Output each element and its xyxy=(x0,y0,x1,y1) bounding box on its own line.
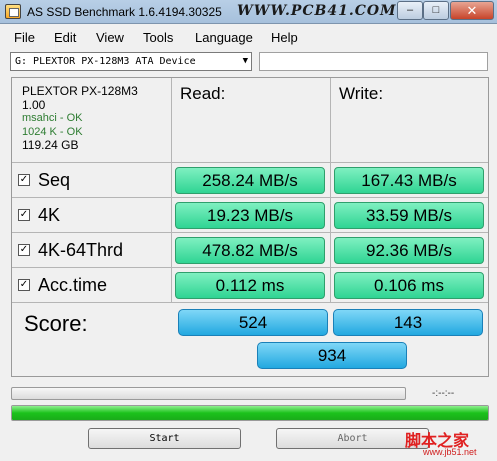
minimize-button[interactable]: – xyxy=(397,1,423,20)
acctime-write-value: 0.106 ms xyxy=(334,272,484,299)
4k64-read-value: 478.82 MB/s xyxy=(175,237,325,264)
overall-progress-fill xyxy=(12,406,488,420)
menu-edit[interactable]: Edit xyxy=(54,30,76,45)
menu-bar: File Edit View Tools Language Help xyxy=(0,26,497,48)
table-row: ✓ 4K xyxy=(12,198,172,233)
start-button[interactable]: Start xyxy=(88,428,241,449)
title-bar: AS SSD Benchmark 1.6.4194.30325 WWW.PCB4… xyxy=(0,0,497,24)
table-row: ✓ Seq xyxy=(12,163,172,198)
score-total-value: 934 xyxy=(257,342,407,369)
read-column-header: Read: xyxy=(180,84,226,103)
maximize-button[interactable]: □ xyxy=(423,1,449,20)
seq-checkbox[interactable]: ✓ xyxy=(18,174,30,186)
drive-select[interactable]: G: PLEXTOR PX-128M3 ATA Device ▼ xyxy=(10,52,252,71)
table-row: ✓ 4K-64Thrd xyxy=(12,233,172,268)
write-column-header: Write: xyxy=(339,84,384,103)
drive-firmware: 1.00 xyxy=(22,97,46,112)
drive-model: PLEXTOR PX-128M3 xyxy=(22,84,138,98)
score-label: Score: xyxy=(24,311,88,336)
seq-label: Seq xyxy=(38,170,71,190)
watermark-text: WWW.PCB41.COM xyxy=(237,3,397,19)
chevron-down-icon[interactable]: ▼ xyxy=(243,53,248,70)
close-button[interactable]: ✕ xyxy=(450,1,494,20)
alignment-status: 1024 K - OK xyxy=(22,125,83,138)
4k-checkbox[interactable]: ✓ xyxy=(18,209,30,221)
score-read-value: 524 xyxy=(178,309,328,336)
drive-select-value: G: PLEXTOR PX-128M3 ATA Device xyxy=(15,56,196,67)
write-header-cell: Write: xyxy=(331,78,488,163)
app-icon xyxy=(5,4,21,19)
table-row: ✓ Acc.time xyxy=(12,268,172,303)
results-grid: PLEXTOR PX-128M3 1.00 msahci - OK 1024 K… xyxy=(11,77,489,377)
4k-read-value: 19.23 MB/s xyxy=(175,202,325,229)
seq-read-value: 258.24 MB/s xyxy=(175,167,325,194)
4k64-write-value: 92.36 MB/s xyxy=(334,237,484,264)
4k-label: 4K xyxy=(38,205,61,225)
overall-progress-bar xyxy=(11,405,489,421)
test-progress-bar xyxy=(11,387,406,400)
menu-language[interactable]: Language xyxy=(195,30,253,45)
menu-tools[interactable]: Tools xyxy=(143,30,173,45)
menu-view[interactable]: View xyxy=(96,30,124,45)
site-watermark-url: www.jb51.net xyxy=(423,447,477,457)
menu-help[interactable]: Help xyxy=(271,30,298,45)
score-write-value: 143 xyxy=(333,309,483,336)
window-title: AS SSD Benchmark 1.6.4194.30325 xyxy=(27,5,222,19)
acctime-read-value: 0.112 ms xyxy=(175,272,325,299)
4k64-checkbox[interactable]: ✓ xyxy=(18,244,30,256)
drive-capacity: 119.24 GB xyxy=(22,138,79,152)
menu-file[interactable]: File xyxy=(14,30,35,45)
driver-status: msahci - OK xyxy=(22,112,83,124)
seq-write-value: 167.43 MB/s xyxy=(334,167,484,194)
elapsed-time: -:--:-- xyxy=(432,388,455,399)
drive-info-cell: PLEXTOR PX-128M3 1.00 msahci - OK 1024 K… xyxy=(12,78,172,163)
acctime-checkbox[interactable]: ✓ xyxy=(18,279,30,291)
drive-info: PLEXTOR PX-128M3 1.00 msahci - OK 1024 K… xyxy=(22,84,138,153)
acctime-label: Acc.time xyxy=(38,275,108,295)
read-header-cell: Read: xyxy=(172,78,331,163)
4k64-label: 4K-64Thrd xyxy=(38,240,124,260)
4k-write-value: 33.59 MB/s xyxy=(334,202,484,229)
status-field xyxy=(259,52,488,71)
